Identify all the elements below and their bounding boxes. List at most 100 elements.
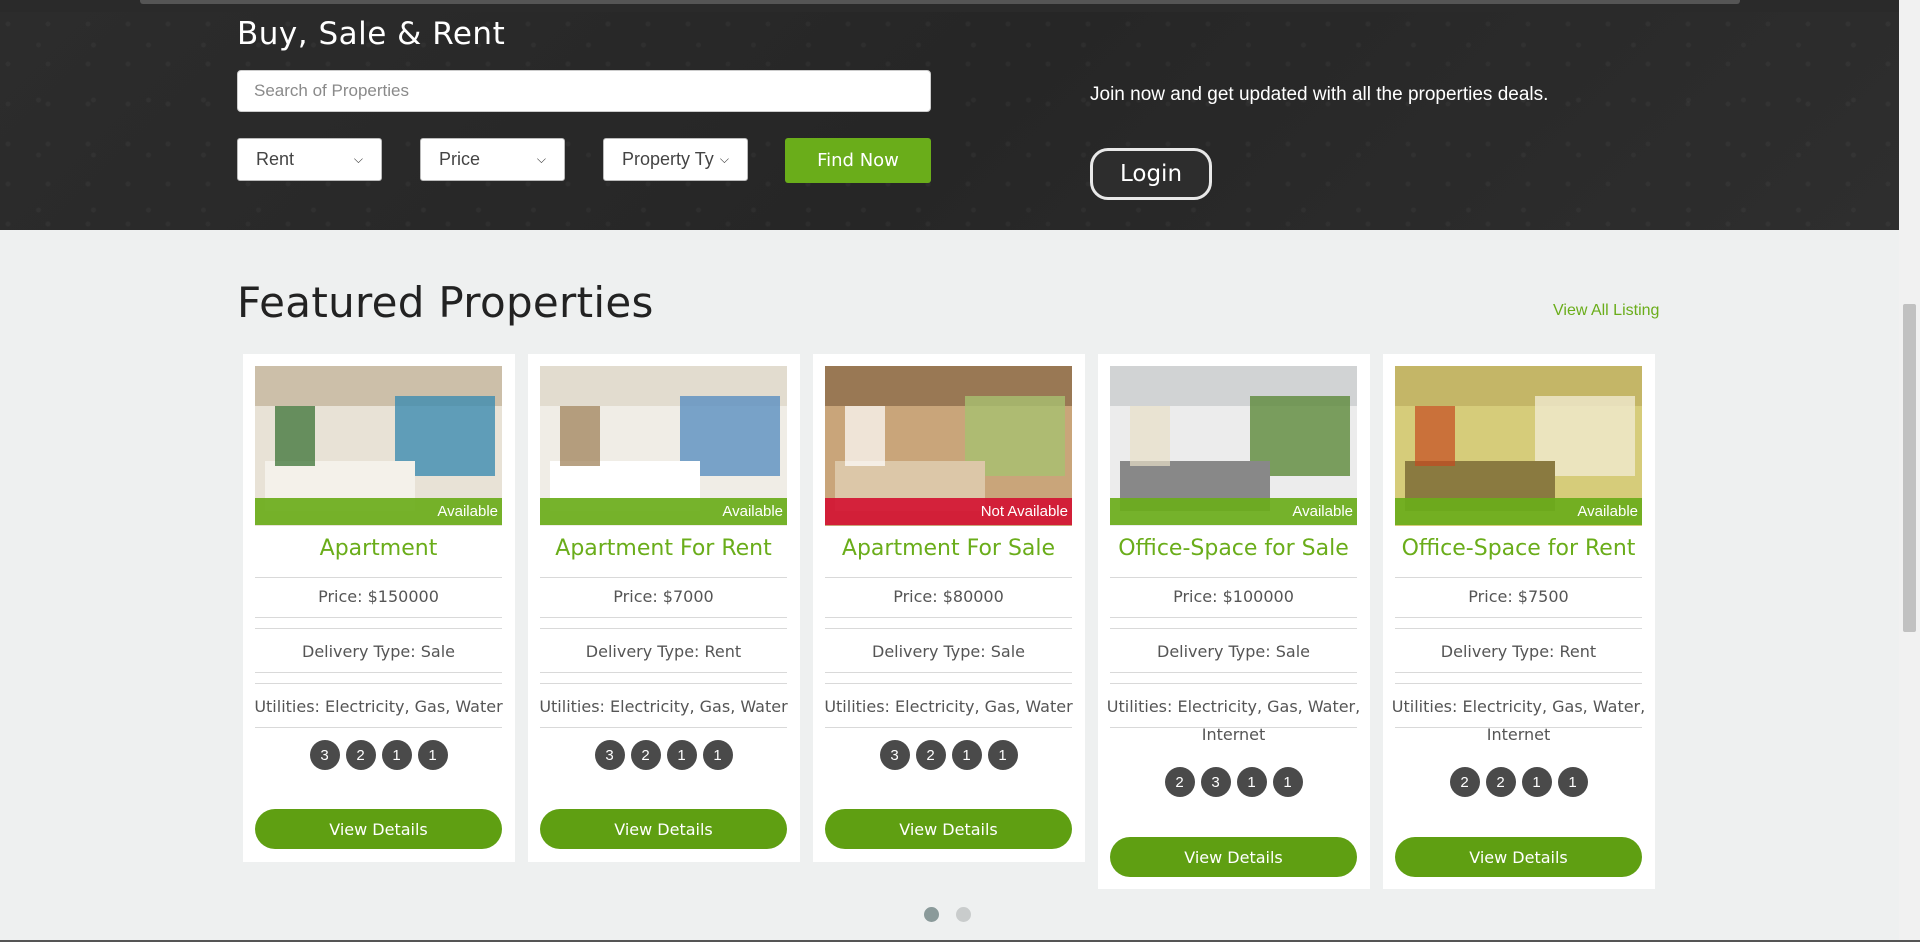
property-price: Price: $100000 [1173,587,1294,606]
room-count-badge: 3 [1200,767,1231,797]
scrollbar-thumb[interactable] [1903,304,1916,632]
room-badges: 3211 [825,740,1072,770]
property-name[interactable]: Apartment For Sale [825,536,1072,561]
divider [1110,683,1357,684]
divider [825,628,1072,629]
property-card: Available Office-Space for Rent Price: $75… [1383,354,1655,889]
join-text: Join now and get updated with all the pr… [1090,84,1549,105]
chevron-down-icon: ⌵ [719,152,729,166]
price-select[interactable]: Price ⌵ [420,138,565,181]
divider [825,617,1072,618]
property-price: Price: $7500 [1468,587,1569,606]
carousel-dot-2[interactable] [956,907,971,922]
divider [540,577,787,578]
room-count-badge: 3 [879,740,910,770]
view-details-button[interactable]: View Details [255,809,502,849]
divider [1110,617,1357,618]
room-count-badge: 2 [1449,767,1480,797]
property-name[interactable]: Office-Space for Sale [1110,536,1357,561]
top-strip [0,0,1899,12]
delivery-type: Delivery Type: Sale [872,642,1025,661]
divider [255,672,502,673]
property-name[interactable]: Apartment For Rent [540,536,787,561]
top-bar [140,0,1740,4]
status-badge: Available [1395,498,1642,525]
room-count-badge: 3 [594,740,625,770]
room-count-badge: 1 [987,740,1018,770]
find-now-button[interactable]: Find Now [785,138,931,183]
room-count-badge: 3 [309,740,340,770]
divider [1110,628,1357,629]
property-price: Price: $7000 [613,587,714,606]
status-badge: Available [255,498,502,525]
chevron-down-icon: ⌵ [353,152,363,166]
divider [255,683,502,684]
divider [1395,683,1642,684]
price-select-value: Price [439,149,481,169]
room-count-badge: 2 [1485,767,1516,797]
room-badges: 3211 [255,740,502,770]
divider [1395,628,1642,629]
property-card: Available Apartment For Rent Price: $7000 D… [528,354,800,862]
divider [1395,727,1642,728]
utilities: Utilities: Electricity, Gas, Water [824,697,1073,716]
divider [825,727,1072,728]
room-count-badge: 2 [915,740,946,770]
room-count-badge: 1 [381,740,412,770]
property-card: Available Apartment Price: $150000 Delivery… [243,354,515,862]
divider [825,577,1072,578]
divider [1395,617,1642,618]
room-badges: 2311 [1110,767,1357,797]
property-name[interactable]: Apartment [255,536,502,561]
search-input[interactable] [237,70,931,112]
property-type-select[interactable]: Property Ty ⌵ [603,138,748,181]
divider [1110,577,1357,578]
divider [255,628,502,629]
room-count-badge: 1 [1236,767,1267,797]
divider [825,683,1072,684]
divider [540,727,787,728]
divider [1110,672,1357,673]
property-price: Price: $80000 [893,587,1004,606]
status-badge: Available [1110,498,1357,525]
rent-select[interactable]: Rent ⌵ [237,138,382,181]
property-card: Available Office-Space for Sale Price: $10… [1098,354,1370,889]
divider [540,628,787,629]
divider [1395,672,1642,673]
rent-select-value: Rent [256,149,295,169]
room-count-badge: 2 [1164,767,1195,797]
room-count-badge: 2 [345,740,376,770]
divider [255,617,502,618]
divider [1395,577,1642,578]
scrollbar[interactable] [1899,0,1920,942]
property-name[interactable]: Office-Space for Rent [1395,536,1642,561]
delivery-type: Delivery Type: Rent [585,642,742,661]
view-details-button[interactable]: View Details [1110,837,1357,877]
view-all-listing-link[interactable]: View All Listing [1553,302,1659,320]
room-count-badge: 1 [417,740,448,770]
room-count-badge: 1 [951,740,982,770]
login-button[interactable]: Login [1090,148,1212,200]
status-badge: Not Available [825,498,1072,525]
view-details-button[interactable]: View Details [825,809,1072,849]
featured-title: Featured Properties [237,278,654,327]
divider [1110,727,1357,728]
room-count-badge: 1 [702,740,733,770]
chevron-down-icon: ⌵ [536,152,546,166]
divider [540,683,787,684]
property-price: Price: $150000 [318,587,439,606]
utilities: Utilities: Electricity, Gas, Water [254,697,503,716]
utilities: Utilities: Electricity, Gas, Water, Inte… [1106,697,1361,744]
divider [255,727,502,728]
divider [825,672,1072,673]
hero-title: Buy, Sale & Rent [237,16,506,52]
view-details-button[interactable]: View Details [540,809,787,849]
utilities: Utilities: Electricity, Gas, Water, Inte… [1391,697,1646,744]
delivery-type: Delivery Type: Sale [302,642,455,661]
view-details-button[interactable]: View Details [1395,837,1642,877]
divider [540,617,787,618]
room-count-badge: 2 [630,740,661,770]
room-count-badge: 1 [1521,767,1552,797]
carousel-dot-1[interactable] [924,907,939,922]
utilities: Utilities: Electricity, Gas, Water [539,697,788,716]
